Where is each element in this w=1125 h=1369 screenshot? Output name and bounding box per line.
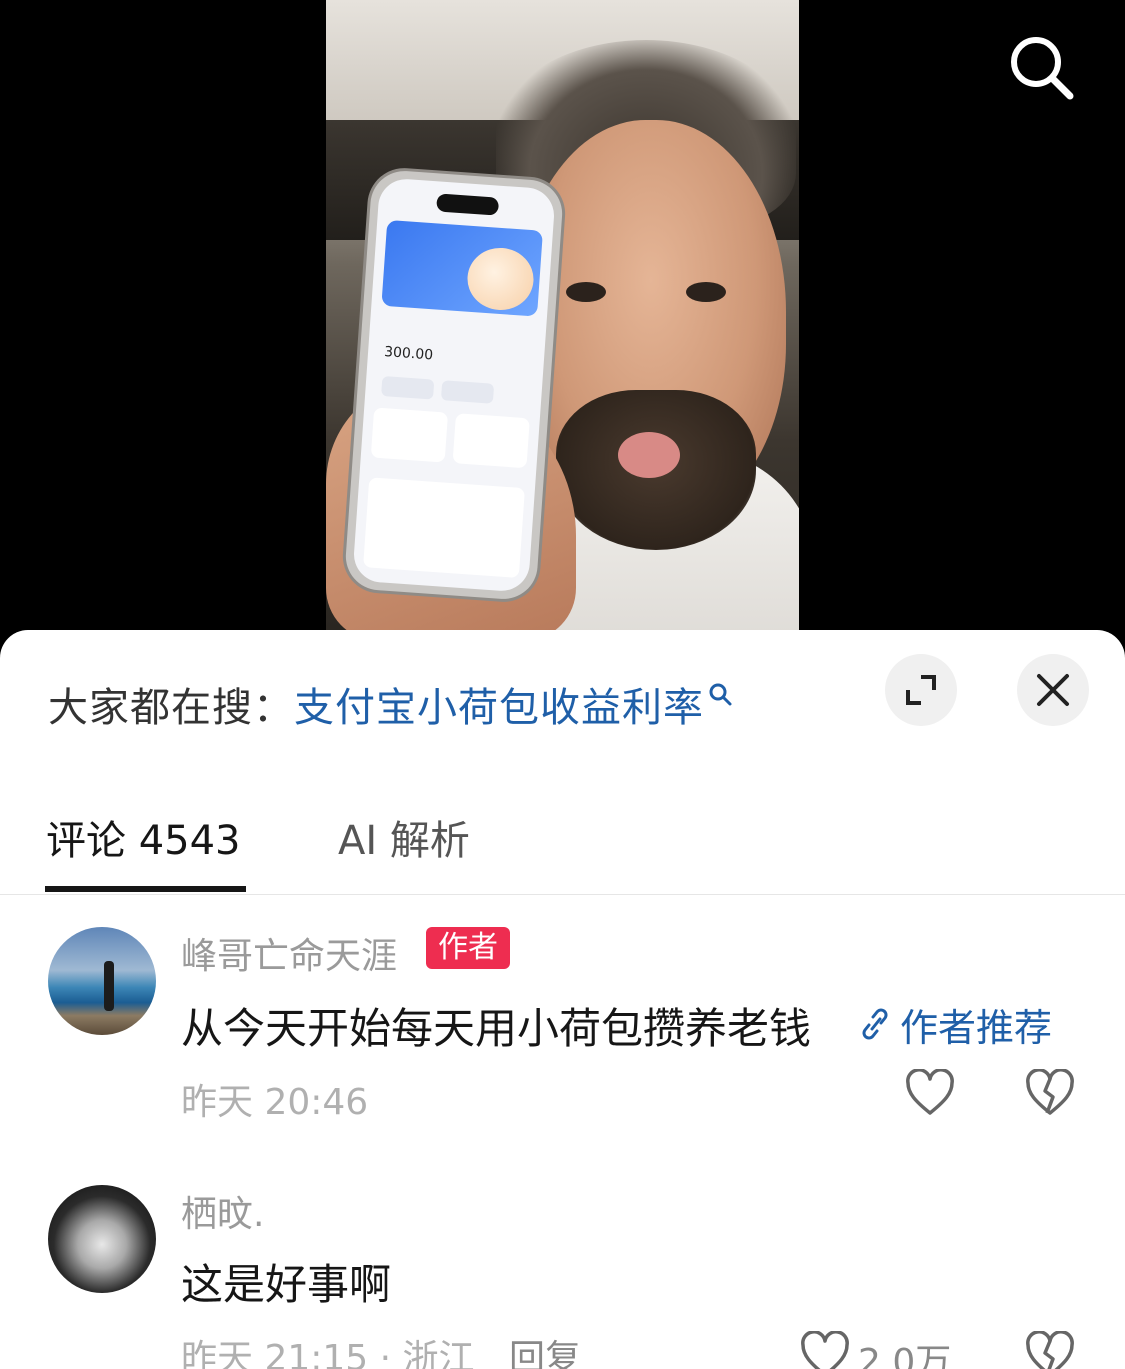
link-icon <box>862 1008 888 1039</box>
hot-search-bar[interactable]: 大家都在搜： 支付宝小荷包收益利率 <box>48 674 734 734</box>
phone-mascot-image <box>465 245 536 313</box>
comment-time: 昨天 20:46 <box>181 1082 369 1123</box>
video-person-eye <box>686 282 726 302</box>
comment-tabs: 评论 4543 AI 解析 <box>0 800 1125 895</box>
comment-sheet: 大家都在搜： 支付宝小荷包收益利率 评论 4543 AI 解析 峰哥亡命天涯 作… <box>0 630 1125 1369</box>
comment-item: 栖旼. 这是好事啊 昨天 21:15 · 浙江 回复 2.0万 <box>0 1185 1125 1369</box>
heart-icon <box>801 1330 849 1369</box>
author-badge: 作者 <box>426 927 510 969</box>
video-person-mouth <box>618 432 680 478</box>
phone-app-banner <box>381 219 543 317</box>
comment-username[interactable]: 栖旼. <box>181 1185 264 1237</box>
comment-username[interactable]: 峰哥亡命天涯 <box>181 927 397 979</box>
author-recommend-link[interactable]: 作者推荐 <box>860 997 1052 1052</box>
avatar[interactable] <box>48 1185 156 1293</box>
search-icon <box>709 683 732 706</box>
broken-heart-icon <box>1026 1330 1074 1369</box>
video-frame: 300.00 <box>326 0 799 630</box>
search-button[interactable] <box>1004 30 1080 106</box>
video-player[interactable]: 300.00 <box>0 0 1125 640</box>
phone-dynamic-island <box>436 193 500 216</box>
broken-heart-icon <box>1026 1068 1074 1115</box>
dislike-button[interactable] <box>1025 1330 1075 1369</box>
dislike-button[interactable] <box>1025 1068 1075 1121</box>
reply-button[interactable]: 回复 <box>509 1329 581 1369</box>
avatar-figure <box>104 961 114 1011</box>
phone-balance-amount: 300.00 <box>383 344 434 364</box>
search-icon <box>1011 37 1074 100</box>
hot-search-query[interactable]: 支付宝小荷包收益利率 <box>294 675 704 733</box>
heart-icon <box>906 1068 954 1115</box>
tab-ai-analysis[interactable]: AI 解析 <box>338 808 470 866</box>
phone-card <box>452 413 530 469</box>
hot-search-prefix: 大家都在搜： <box>48 685 294 731</box>
expand-icon <box>906 675 936 705</box>
expand-button[interactable] <box>885 654 957 726</box>
tab-comments[interactable]: 评论 4543 <box>46 808 241 866</box>
phone-button <box>381 375 435 400</box>
video-person-eye <box>566 282 606 302</box>
phone-screen: 300.00 <box>352 177 556 593</box>
comment-item: 峰哥亡命天涯 作者 从今天开始每天用小荷包攒养老钱 作者推荐 昨天 20:46 <box>0 927 1125 1147</box>
phone-list <box>363 477 525 578</box>
video-held-phone: 300.00 <box>343 168 565 602</box>
like-button[interactable] <box>905 1068 955 1121</box>
close-icon <box>1037 674 1069 706</box>
like-button[interactable] <box>800 1330 850 1369</box>
active-tab-indicator <box>45 886 246 892</box>
comment-time-location: 昨天 21:15 · 浙江 <box>181 1338 475 1369</box>
phone-button <box>440 380 495 404</box>
close-button[interactable] <box>1017 654 1089 726</box>
comment-text: 这是好事啊 <box>181 1260 392 1309</box>
avatar[interactable] <box>48 927 156 1035</box>
phone-card <box>370 407 449 463</box>
like-count: 2.0万 <box>858 1342 952 1369</box>
comment-text: 从今天开始每天用小荷包攒养老钱 <box>181 1004 812 1053</box>
author-recommend-label: 作者推荐 <box>900 1006 1053 1050</box>
